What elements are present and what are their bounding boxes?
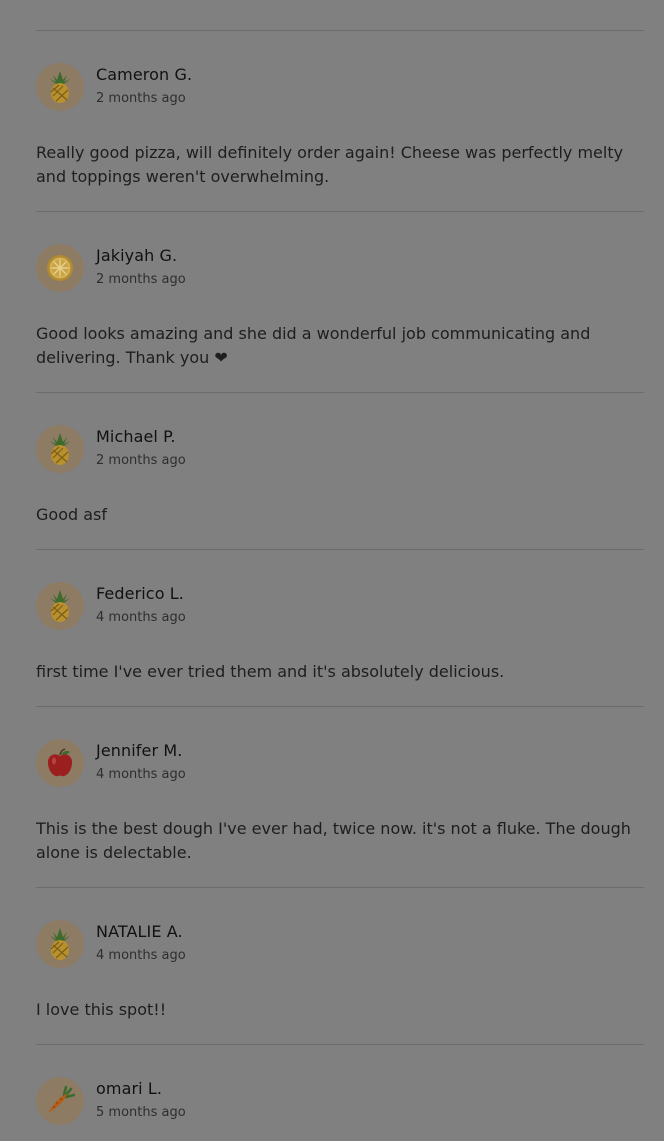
review-time: 4 months ago bbox=[96, 610, 186, 625]
avatar bbox=[36, 739, 84, 787]
review-time: 2 months ago bbox=[96, 91, 186, 106]
review-text: This is the best dough I've ever had, tw… bbox=[36, 819, 631, 862]
apple-icon bbox=[46, 748, 74, 778]
review-text: I love this spot!! bbox=[36, 1000, 167, 1019]
reviewer-name: Jakiyah G. bbox=[96, 246, 178, 265]
review-text: Really good pizza, will definitely order… bbox=[36, 143, 624, 186]
divider bbox=[36, 392, 644, 393]
review-text: first time I've ever tried them and it's… bbox=[36, 662, 505, 681]
review-time: 5 months ago bbox=[96, 1105, 186, 1120]
avatar bbox=[36, 920, 84, 968]
review-time: 4 months ago bbox=[96, 767, 186, 782]
divider bbox=[36, 211, 644, 212]
review-text: Good looks amazing and she did a wonderf… bbox=[36, 324, 591, 367]
pineapple-icon bbox=[47, 432, 73, 466]
review-time: 2 months ago bbox=[96, 453, 186, 468]
lemon-slice-icon bbox=[46, 254, 74, 282]
reviewer-name: Michael P. bbox=[96, 427, 176, 446]
divider bbox=[36, 549, 644, 550]
review-text: Good asf bbox=[36, 505, 107, 524]
reviewer-name: Jennifer M. bbox=[96, 741, 183, 760]
carrot-icon bbox=[45, 1086, 75, 1116]
avatar bbox=[36, 63, 84, 111]
avatar bbox=[36, 582, 84, 630]
review-time: 2 months ago bbox=[96, 272, 186, 287]
divider bbox=[36, 30, 644, 31]
divider bbox=[36, 706, 644, 707]
reviewer-name: NATALIE A. bbox=[96, 922, 183, 941]
pineapple-icon bbox=[47, 927, 73, 961]
pineapple-icon bbox=[47, 589, 73, 623]
avatar bbox=[36, 1077, 84, 1125]
avatar bbox=[36, 425, 84, 473]
divider bbox=[36, 887, 644, 888]
review-time: 4 months ago bbox=[96, 948, 186, 963]
reviews-list: Cameron G. 2 months ago Really good pizz… bbox=[0, 0, 664, 1141]
reviewer-name: omari L. bbox=[96, 1079, 163, 1098]
reviewer-name: Cameron G. bbox=[96, 65, 193, 84]
divider bbox=[36, 1044, 644, 1045]
avatar bbox=[36, 244, 84, 292]
pineapple-icon bbox=[47, 70, 73, 104]
reviewer-name: Federico L. bbox=[96, 584, 184, 603]
